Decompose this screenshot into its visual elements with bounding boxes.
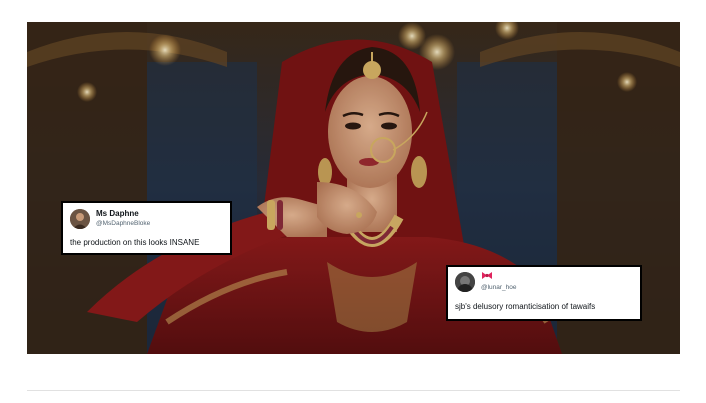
tweet-card-1[interactable]: Ms Daphne @MsDaphneBloke the production … [61,201,232,255]
ribbon-bow-icon [482,272,492,279]
avatar [455,272,475,292]
tweet-handle[interactable]: @lunar_hoe [481,284,517,291]
avatar-icon [455,272,475,292]
section-divider [27,390,680,391]
avatar-icon [70,209,90,229]
tweet-display-name[interactable]: Ms Daphne [96,209,139,218]
tweet-card-2[interactable]: @lunar_hoe sjb's delusory romanticisatio… [446,265,642,321]
tweet-handle[interactable]: @MsDaphneBloke [96,220,150,227]
article-page: Ms Daphne @MsDaphneBloke the production … [0,0,706,403]
tweet-text: the production on this looks INSANE [70,238,200,247]
avatar [70,209,90,229]
tweet-text: sjb's delusory romanticisation of tawaif… [455,302,596,311]
